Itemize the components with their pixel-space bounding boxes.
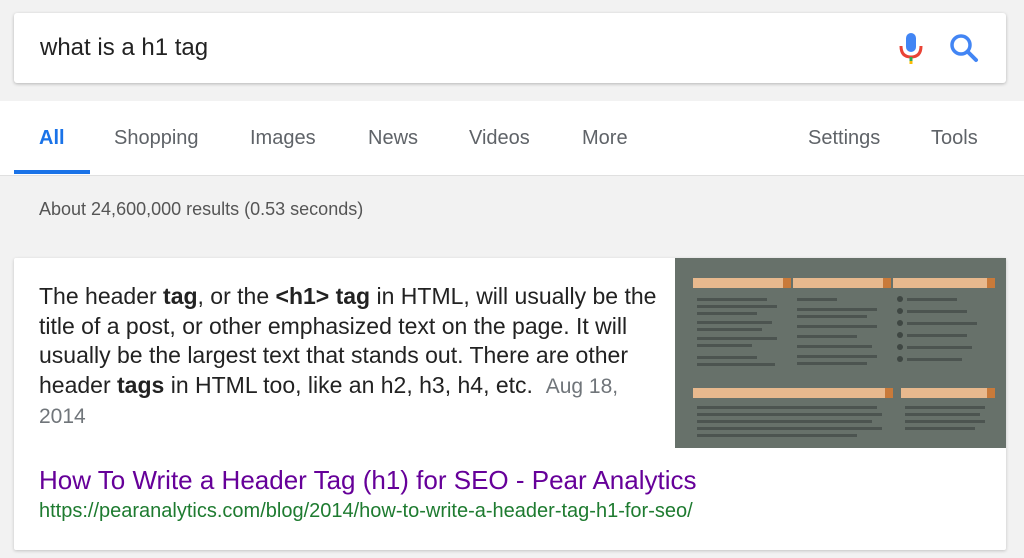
search-tabs-bar: All Shopping Images News Videos More Set… bbox=[0, 101, 1024, 176]
search-icon[interactable] bbox=[946, 30, 982, 66]
snippet-text: The header tag, or the <h1> tag in HTML,… bbox=[39, 282, 659, 432]
tab-more[interactable]: More bbox=[582, 127, 628, 150]
tab-videos[interactable]: Videos bbox=[469, 127, 530, 150]
results-count: About 24,600,000 results (0.53 seconds) bbox=[39, 199, 364, 219]
active-tab-indicator bbox=[14, 170, 90, 174]
tab-shopping[interactable]: Shopping bbox=[114, 127, 199, 150]
tab-tools[interactable]: Tools bbox=[931, 127, 978, 150]
snippet-text-part: , or the bbox=[197, 283, 276, 309]
result-url: https://pearanalytics.com/blog/2014/how-… bbox=[39, 500, 693, 522]
tab-settings[interactable]: Settings bbox=[808, 127, 880, 150]
microphone-icon[interactable] bbox=[896, 30, 926, 66]
search-box bbox=[14, 13, 1006, 83]
result-title-link[interactable]: How To Write a Header Tag (h1) for SEO -… bbox=[39, 465, 697, 496]
tab-news[interactable]: News bbox=[368, 127, 418, 150]
snippet-bold-term: tag bbox=[163, 283, 198, 309]
snippet-bold-term: <h1> tag bbox=[275, 283, 371, 309]
snippet-text-part: in HTML too, like an h2, h3, h4, etc. bbox=[164, 371, 533, 398]
featured-snippet-card: The header tag, or the <h1> tag in HTML,… bbox=[14, 258, 1006, 550]
snippet-text-part: The header bbox=[39, 283, 164, 309]
tab-all[interactable]: All bbox=[39, 127, 65, 150]
tab-images[interactable]: Images bbox=[250, 127, 316, 150]
search-input[interactable] bbox=[40, 31, 860, 65]
snippet-thumbnail-image[interactable] bbox=[675, 258, 1006, 448]
snippet-bold-term: tags bbox=[117, 371, 165, 398]
